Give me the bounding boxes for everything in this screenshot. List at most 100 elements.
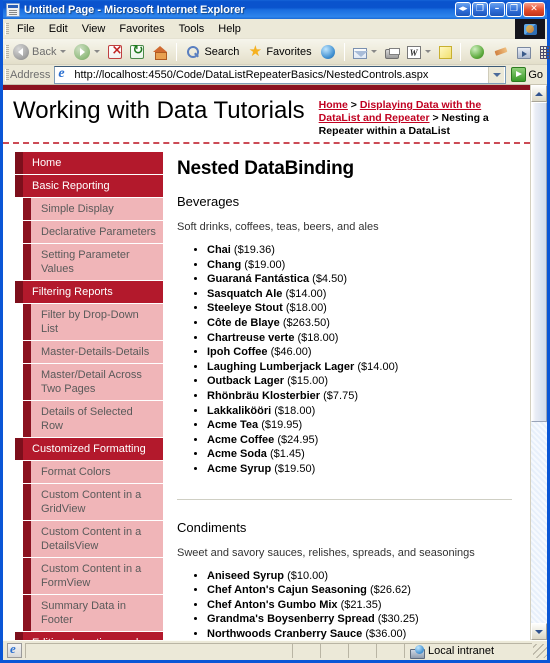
back-dropdown-icon[interactable] <box>60 50 67 53</box>
menu-view[interactable]: View <box>75 21 113 37</box>
print-button[interactable] <box>381 43 403 61</box>
address-label: Address <box>10 68 51 81</box>
maximize-button[interactable]: ❐ <box>506 2 522 17</box>
list-item: Chang ($19.00) <box>207 258 512 273</box>
product-name: Chang <box>207 258 242 271</box>
highlight-button[interactable] <box>489 42 513 62</box>
product-name: Guaraná Fantástica <box>207 273 310 286</box>
notes-icon <box>438 46 452 59</box>
sidebar-item-custom-content-detailsview[interactable]: Custom Content in a DetailsView <box>23 521 163 558</box>
breadcrumb-home-link[interactable]: Home <box>319 99 348 111</box>
scrollbar-track[interactable] <box>531 102 547 623</box>
page-viewport: Working with Data Tutorials Home > Displ… <box>3 85 547 640</box>
history-globe-icon <box>320 44 335 59</box>
sidebar-item-customized-formatting[interactable]: Customized Formatting <box>15 438 163 461</box>
sidebar-item-filter-by-drop-down-list[interactable]: Filter by Drop-Down List <box>23 304 163 341</box>
list-item: Chef Anton's Gumbo Mix ($21.35) <box>207 598 512 613</box>
list-item: Ipoh Coffee ($46.00) <box>207 345 512 360</box>
sidebar-item-declarative-parameters[interactable]: Declarative Parameters <box>23 221 163 244</box>
minimize-button[interactable]: – <box>489 2 505 17</box>
status-pane-5 <box>376 643 404 658</box>
edit-word-icon: W <box>406 46 421 59</box>
notes-button[interactable] <box>435 42 456 61</box>
edit-button[interactable]: W <box>403 42 435 61</box>
search-button[interactable]: Search <box>181 42 243 62</box>
go-arrow-icon <box>511 67 527 82</box>
product-price: ($46.00) <box>270 346 312 359</box>
favorites-star-icon: ★ <box>248 41 263 60</box>
product-price: ($14.00) <box>357 360 399 373</box>
media-button[interactable] <box>513 43 535 61</box>
sidebar-item-setting-parameter-values[interactable]: Setting Parameter Values <box>23 244 163 281</box>
stop-button[interactable] <box>104 43 126 61</box>
menu-file[interactable]: File <box>10 21 42 37</box>
breadcrumb: Home > Displaying Data with the DataList… <box>319 96 522 138</box>
pen-icon <box>494 45 508 59</box>
split-button[interactable]: ❐ <box>472 2 488 17</box>
resize-grip[interactable] <box>533 643 547 658</box>
title-bar: Untitled Page - Microsoft Internet Explo… <box>3 0 547 19</box>
list-item: Aniseed Syrup ($10.00) <box>207 569 512 584</box>
address-dropdown-button[interactable] <box>488 66 505 83</box>
sidebar-item-home[interactable]: Home <box>15 152 163 175</box>
product-price: ($263.50) <box>282 316 330 329</box>
menu-edit[interactable]: Edit <box>42 21 75 37</box>
status-message-pane <box>25 643 292 658</box>
security-zone-label: Local intranet <box>428 645 495 657</box>
product-name: Acme Soda <box>207 448 267 461</box>
sidebar-item-summary-data-in-footer[interactable]: Summary Data in Footer <box>23 595 163 632</box>
menu-help[interactable]: Help <box>211 21 248 37</box>
product-list: Aniseed Syrup ($10.00) Chef Anton's Caju… <box>177 569 512 641</box>
close-button[interactable]: ✕ <box>523 2 545 17</box>
go-button[interactable]: Go <box>511 67 543 82</box>
home-icon <box>152 44 168 60</box>
msn-button[interactable] <box>465 42 489 62</box>
sidebar-item-format-colors[interactable]: Format Colors <box>23 461 163 484</box>
product-name: Steeleye Stout <box>207 302 283 315</box>
refresh-button[interactable] <box>126 43 148 61</box>
list-item: Laughing Lumberjack Lager ($14.00) <box>207 360 512 375</box>
favorites-button[interactable]: ★ Favorites <box>243 42 315 62</box>
sidebar-item-simple-display[interactable]: Simple Display <box>23 198 163 221</box>
edit-dropdown-icon[interactable] <box>424 50 431 53</box>
back-button[interactable]: Back <box>9 42 70 62</box>
sidebar-item-master-details-details[interactable]: Master-Details-Details <box>23 341 163 364</box>
menu-bar: File Edit View Favorites Tools Help <box>3 19 547 39</box>
sidebar-item-basic-reporting[interactable]: Basic Reporting <box>15 175 163 198</box>
mail-button[interactable] <box>349 43 381 61</box>
menu-favorites[interactable]: Favorites <box>112 21 171 37</box>
list-item: Guaraná Fantástica ($4.50) <box>207 272 512 287</box>
address-input[interactable]: http://localhost:4550/Code/DataListRepea… <box>54 65 507 84</box>
toolbar-separator-2 <box>343 42 345 61</box>
security-zone-indicator[interactable]: Local intranet <box>404 643 532 659</box>
sidebar-item-custom-content-gridview[interactable]: Custom Content in a GridView <box>23 484 163 521</box>
list-item: Rhönbräu Klosterbier ($7.75) <box>207 389 512 404</box>
forward-dropdown-icon[interactable] <box>94 50 101 53</box>
list-item: Grandma's Boysenberry Spread ($30.25) <box>207 612 512 627</box>
category-description: Soft drinks, coffees, teas, beers, and a… <box>177 221 379 233</box>
vertical-scrollbar[interactable] <box>530 85 547 640</box>
sidebar-item-editing-inserting-deleting[interactable]: Editing, Inserting, and Deleting <box>15 632 163 640</box>
product-name: Acme Syrup <box>207 462 272 475</box>
menu-tools[interactable]: Tools <box>172 21 212 37</box>
address-url-text: http://localhost:4550/Code/DataListRepea… <box>74 68 429 81</box>
scroll-up-button[interactable] <box>531 85 547 102</box>
status-pane-2 <box>292 643 320 658</box>
restore-group-button[interactable]: ◂▸ <box>455 2 471 17</box>
list-item: Acme Coffee ($24.95) <box>207 433 512 448</box>
history-button[interactable] <box>316 42 340 62</box>
mail-dropdown-icon[interactable] <box>370 50 377 53</box>
category-name: Beverages <box>177 194 240 209</box>
product-price: ($18.00) <box>274 404 316 417</box>
grid-button[interactable] <box>535 42 550 61</box>
home-button[interactable] <box>148 42 172 62</box>
sidebar-item-filtering-reports[interactable]: Filtering Reports <box>15 281 163 304</box>
sidebar-item-master-detail-across-two-pages[interactable]: Master/Detail Across Two Pages <box>23 364 163 401</box>
sidebar-item-details-of-selected-row[interactable]: Details of Selected Row <box>23 401 163 438</box>
local-intranet-icon <box>410 644 425 659</box>
sidebar-item-custom-content-formview[interactable]: Custom Content in a FormView <box>23 558 163 595</box>
scrollbar-thumb[interactable] <box>531 102 547 422</box>
list-item: Steeleye Stout ($18.00) <box>207 301 512 316</box>
scroll-down-button[interactable] <box>531 623 547 640</box>
forward-button[interactable] <box>70 42 104 62</box>
